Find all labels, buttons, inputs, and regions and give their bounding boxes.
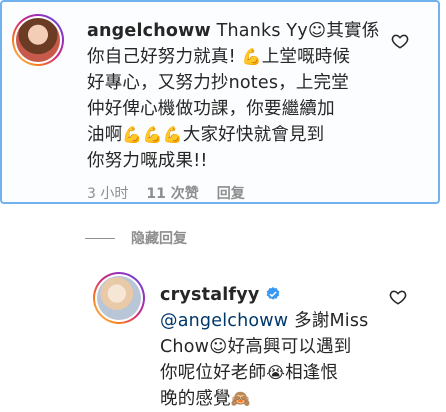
avatar-crystalfyy[interactable] <box>93 272 145 324</box>
verified-badge-icon <box>266 287 280 300</box>
reply-body: crystalfyy @angelchoww 多謝Miss Chow☺好高興可以… <box>160 282 410 412</box>
divider-line <box>85 237 115 239</box>
flexed-biceps-emoji: 💪💪💪 <box>122 125 183 144</box>
hide-replies-button[interactable]: 隐藏回复 <box>85 228 187 248</box>
timestamp: 3 小时 <box>87 186 129 202</box>
smile-emoji: ☺ <box>209 337 228 357</box>
reply-button[interactable]: 回复 <box>217 183 245 203</box>
likes-count[interactable]: 11 次赞 <box>146 183 198 203</box>
username-crystalfyy[interactable]: crystalfyy <box>160 285 259 305</box>
comment-text: Thanks Yy <box>210 21 308 41</box>
comment-meta: 3 小时 11 次赞 回复 <box>87 183 245 203</box>
comment-body: angelchoww Thanks Yy☺其實係 你自己好努力就真! 💪上堂嘅時… <box>87 18 387 174</box>
flexed-biceps-emoji: 💪 <box>241 47 262 66</box>
heart-icon[interactable] <box>391 32 409 50</box>
avatar-angelchoww[interactable] <box>12 14 64 66</box>
crying-emoji: 😭 <box>266 363 286 382</box>
see-no-evil-monkey-emoji: 🙈 <box>230 389 251 408</box>
mention-link[interactable]: @angelchoww <box>160 311 288 331</box>
comment-highlighted: angelchoww Thanks Yy☺其實係 你自己好努力就真! 💪上堂嘅時… <box>0 0 440 204</box>
smile-emoji: ☺ <box>307 21 327 41</box>
username-angelchoww[interactable]: angelchoww <box>87 21 211 41</box>
heart-icon[interactable] <box>389 288 407 306</box>
hide-replies-label: 隐藏回复 <box>131 231 187 247</box>
